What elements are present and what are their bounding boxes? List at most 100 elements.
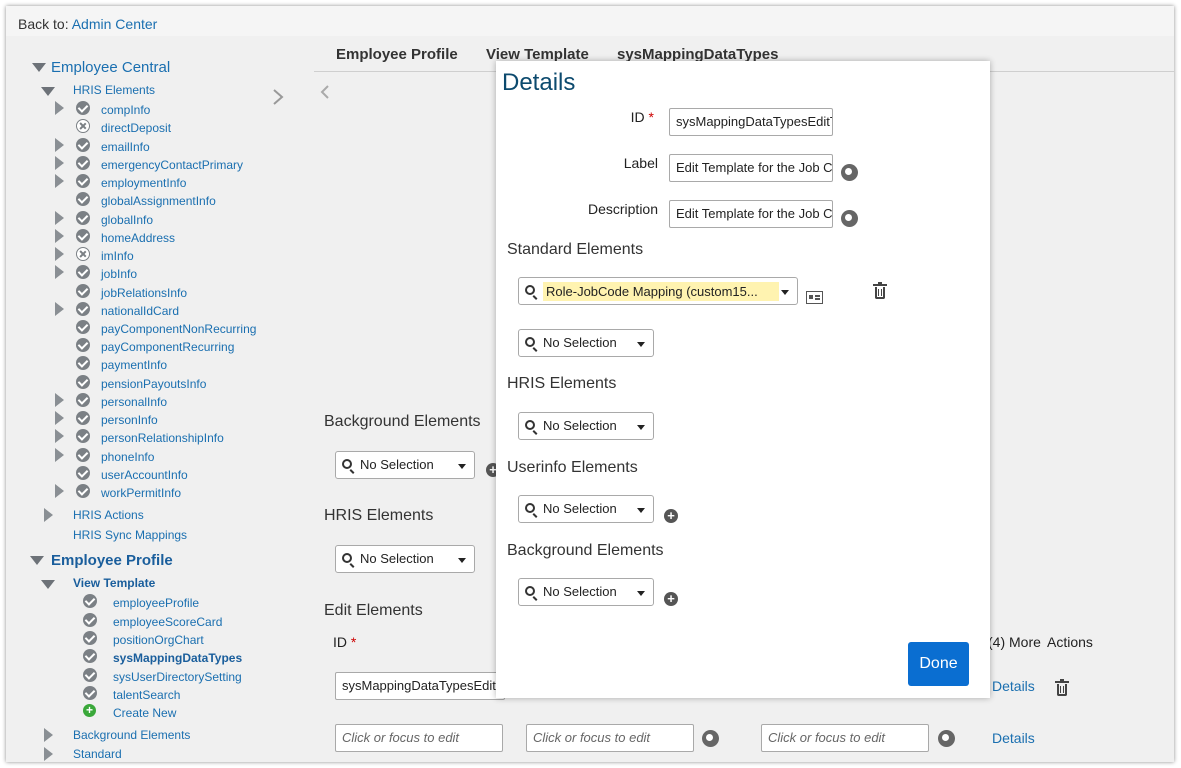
sidebar-item[interactable]: pensionPayoutsInfo (101, 377, 206, 391)
sidebar-employee-central[interactable]: Employee Central (51, 59, 170, 76)
sidebar-item[interactable]: globalInfo (101, 213, 153, 227)
chevron-left-icon[interactable] (320, 84, 330, 100)
expand-icon[interactable] (41, 87, 55, 96)
expand-icon[interactable] (55, 211, 64, 225)
hris-select[interactable]: No Selection (518, 412, 654, 440)
sidebar-hris-actions[interactable]: HRIS Actions (73, 508, 144, 522)
sidebar-item[interactable]: userAccountInfo (101, 468, 188, 482)
sidebar-item[interactable]: jobInfo (101, 267, 137, 281)
select-value: No Selection (543, 335, 617, 350)
expand-icon[interactable] (55, 393, 64, 407)
sidebar-item[interactable]: imInfo (101, 249, 134, 263)
check-icon (76, 138, 90, 152)
standard-select[interactable]: Role-JobCode Mapping (custom15... (518, 277, 798, 305)
more-column-label[interactable]: (4) More (988, 634, 1041, 650)
sidebar-item[interactable]: homeAddress (101, 231, 175, 245)
translate-icon[interactable] (841, 164, 858, 181)
sidebar-item[interactable]: sysUserDirectorySetting (113, 670, 242, 684)
expand-icon[interactable] (55, 265, 64, 279)
expand-icon[interactable] (44, 728, 53, 742)
sidebar-item[interactable]: jobRelationsInfo (101, 286, 187, 300)
expand-icon[interactable] (30, 556, 44, 565)
expand-icon[interactable] (32, 63, 46, 72)
background-select[interactable]: No Selection (335, 451, 475, 479)
expand-icon[interactable] (55, 101, 64, 115)
sidebar-item[interactable]: personInfo (101, 413, 158, 427)
row2-label-input[interactable]: Click or focus to edit (526, 724, 694, 752)
trash-icon[interactable] (1055, 679, 1069, 697)
translate-icon[interactable] (841, 210, 858, 227)
row2-id-input[interactable]: Click or focus to edit (335, 724, 503, 752)
sidebar-view-template[interactable]: View Template (73, 576, 155, 590)
sidebar-item[interactable]: globalAssignmentInfo (101, 194, 216, 208)
sidebar-item[interactable]: talentSearch (113, 688, 180, 702)
sidebar-item[interactable]: emergencyContactPrimary (101, 158, 243, 172)
expand-icon[interactable] (55, 156, 64, 170)
standard-select-2[interactable]: No Selection (518, 329, 654, 357)
details-card-icon[interactable] (806, 291, 823, 304)
hris-select[interactable]: No Selection (335, 545, 475, 573)
sidebar-item[interactable]: payComponentRecurring (101, 340, 234, 354)
sidebar-item[interactable]: positionOrgChart (113, 633, 204, 647)
sidebar-hris-sync[interactable]: HRIS Sync Mappings (73, 528, 187, 542)
userinfo-select[interactable]: No Selection (518, 495, 654, 523)
row1-details-link[interactable]: Details (992, 678, 1035, 694)
sidebar-hris-elements[interactable]: HRIS Elements (73, 83, 155, 97)
expand-icon[interactable] (44, 747, 53, 761)
add-icon[interactable]: + (664, 509, 678, 523)
expand-icon[interactable] (55, 174, 64, 188)
background-elements-heading: Background Elements (507, 542, 664, 559)
tab-employee-profile[interactable]: Employee Profile (336, 46, 458, 63)
expand-icon[interactable] (55, 448, 64, 462)
translate-icon[interactable] (938, 730, 955, 747)
sidebar-item[interactable]: directDeposit (101, 121, 171, 135)
add-icon[interactable]: + (664, 592, 678, 606)
check-icon (76, 211, 90, 225)
sidebar-item[interactable]: employeeProfile (113, 596, 199, 610)
sidebar-item[interactable]: phoneInfo (101, 450, 154, 464)
check-icon (76, 192, 90, 206)
row2-details-link[interactable]: Details (992, 730, 1035, 746)
expand-icon[interactable] (55, 138, 64, 152)
sidebar-item[interactable]: payComponentNonRecurring (101, 322, 256, 336)
select-value: No Selection (543, 418, 617, 433)
sidebar-item[interactable]: employmentInfo (101, 176, 186, 190)
expand-icon[interactable] (55, 411, 64, 425)
label-input[interactable]: Edit Template for the Job C (669, 154, 833, 182)
check-icon (76, 448, 90, 462)
row2-description-input[interactable]: Click or focus to edit (761, 724, 929, 752)
expand-icon[interactable] (55, 247, 64, 261)
sidebar-item[interactable]: emailInfo (101, 140, 150, 154)
expand-icon[interactable] (41, 580, 55, 589)
expand-icon[interactable] (55, 429, 64, 443)
sidebar-item[interactable]: employeeScoreCard (113, 615, 222, 629)
chevron-down-icon (637, 425, 645, 430)
sidebar-item[interactable]: sysMappingDataTypes (113, 651, 242, 665)
chevron-right-icon[interactable] (272, 89, 284, 105)
admin-center-link[interactable]: Admin Center (72, 16, 158, 32)
expand-icon[interactable] (55, 484, 64, 498)
sidebar-item[interactable]: Create New (113, 706, 176, 720)
check-icon (83, 631, 97, 645)
sidebar-background-elements[interactable]: Background Elements (73, 728, 190, 742)
sidebar-item[interactable]: nationalIdCard (101, 304, 179, 318)
sidebar-item[interactable]: compInfo (101, 103, 150, 117)
id-input[interactable]: sysMappingDataTypesEditT (669, 108, 833, 136)
expand-icon[interactable] (44, 508, 53, 522)
done-button[interactable]: Done (908, 642, 969, 686)
row1-id-input[interactable]: sysMappingDataTypesEdit (335, 672, 505, 700)
expand-icon[interactable] (55, 229, 64, 243)
sidebar-employee-profile[interactable]: Employee Profile (51, 552, 173, 569)
description-input[interactable]: Edit Template for the Job C (669, 200, 833, 228)
sidebar-item[interactable]: paymentInfo (101, 358, 167, 372)
sidebar-item[interactable]: workPermitInfo (101, 486, 181, 500)
sidebar-item[interactable]: personalInfo (101, 395, 167, 409)
sidebar-item[interactable]: personRelationshipInfo (101, 431, 224, 445)
trash-icon[interactable] (873, 282, 887, 300)
check-icon (76, 429, 90, 443)
sidebar-standard[interactable]: Standard (73, 747, 122, 761)
expand-icon[interactable] (55, 302, 64, 316)
translate-icon[interactable] (702, 730, 719, 747)
check-icon (76, 356, 90, 370)
background-select[interactable]: No Selection (518, 578, 654, 606)
